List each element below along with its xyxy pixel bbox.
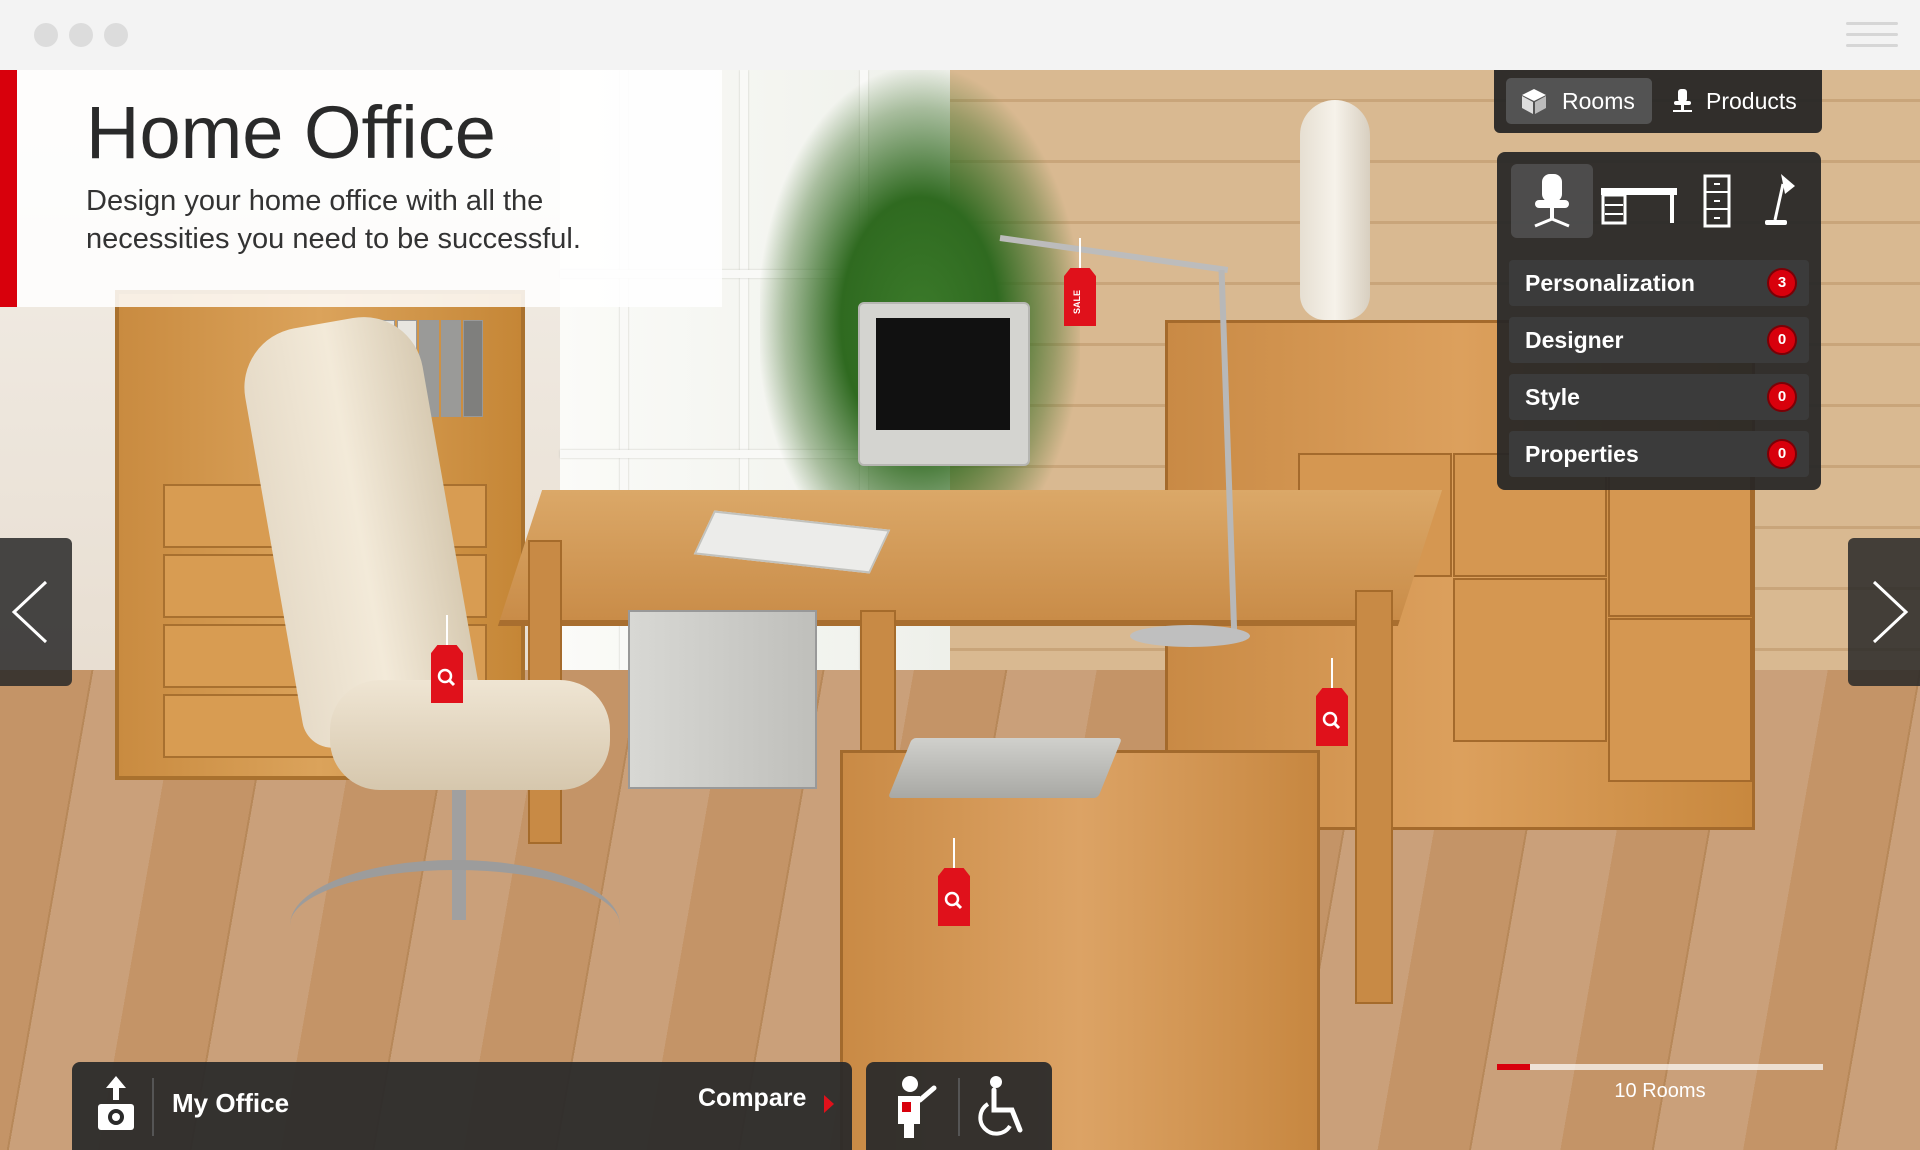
divider [152, 1078, 154, 1136]
desk-icon [1601, 188, 1677, 225]
cube-icon [1522, 89, 1546, 114]
crt-monitor [858, 302, 1030, 466]
window-zoom-dot[interactable] [104, 23, 128, 47]
filter-label: Style [1525, 384, 1580, 410]
chair-base [290, 860, 620, 990]
room-header: Home Office Design your home office with… [0, 70, 722, 307]
sale-text: SALE [1072, 290, 1082, 314]
office-chair-icon [1534, 174, 1570, 228]
tab-products-label: Products [1706, 88, 1797, 114]
window-chrome [0, 0, 1920, 71]
sale-tag[interactable]: SALE [1064, 238, 1096, 326]
count-badge: 0 [1767, 325, 1797, 355]
category-lamps[interactable] [1747, 164, 1813, 238]
vase [1300, 100, 1370, 320]
desk [497, 490, 1443, 626]
tab-rooms[interactable]: Rooms [1506, 78, 1652, 124]
filter-properties[interactable]: Properties 0 [1509, 431, 1809, 477]
count-badge: 0 [1767, 439, 1797, 469]
filter-label: Designer [1525, 327, 1624, 353]
product-tag-sideboard[interactable] [1316, 658, 1348, 746]
desk-leg [1355, 590, 1393, 1004]
product-tag-chair[interactable] [431, 615, 463, 703]
window-close-dot[interactable] [34, 23, 58, 47]
filter-personalization[interactable]: Personalization 3 [1509, 260, 1809, 306]
computer-tower [628, 610, 817, 789]
view-tabs: Rooms Products [1494, 70, 1822, 133]
title-accent-bar [0, 70, 17, 307]
divider [958, 1078, 960, 1136]
product-tag-drawer-unit[interactable] [938, 838, 970, 926]
filter-style[interactable]: Style 0 [1509, 374, 1809, 420]
chevron-left-icon [11, 580, 48, 644]
my-office-bar: My Office Compare [72, 1062, 852, 1150]
category-chairs[interactable] [1511, 164, 1593, 238]
next-room-button[interactable] [1848, 538, 1920, 686]
filter-label: Personalization [1525, 270, 1695, 296]
magnifier-icon [437, 668, 456, 687]
chevron-right-icon [1872, 580, 1909, 644]
window-minimize-dot[interactable] [69, 23, 93, 47]
category-cabinets[interactable] [1685, 164, 1747, 238]
rooms-progress-fill [1497, 1064, 1530, 1070]
desk-lamp-icon [1765, 174, 1795, 225]
assistance-bar [866, 1062, 1052, 1150]
rooms-count-label: 10 Rooms [1614, 1080, 1706, 1102]
file-cabinet-icon [1703, 174, 1731, 228]
laptop [887, 738, 1123, 798]
page-subtitle: Design your home office with all the nec… [86, 185, 581, 255]
tab-products[interactable]: Products [1658, 78, 1814, 124]
camera-upload-icon[interactable] [86, 1072, 146, 1142]
chair-seat [330, 680, 610, 790]
count-badge: 3 [1767, 268, 1797, 298]
salesperson-icon[interactable] [880, 1072, 950, 1142]
previous-room-button[interactable] [0, 538, 72, 686]
wheelchair-icon[interactable] [972, 1072, 1042, 1142]
page-title: Home Office [86, 91, 496, 174]
binder [463, 320, 483, 417]
hamburger-menu-icon[interactable] [1846, 22, 1898, 48]
chair-icon [1673, 89, 1692, 112]
desk-lamp-base [1130, 625, 1250, 647]
binder [441, 320, 461, 417]
my-office-label[interactable]: My Office [172, 1088, 289, 1119]
tab-rooms-label: Rooms [1562, 88, 1635, 114]
count-badge: 0 [1767, 382, 1797, 412]
rooms-progress [1497, 1064, 1823, 1070]
sale-tag-label: SALE [1072, 290, 1082, 314]
compare-arrow-icon [824, 1095, 834, 1113]
category-desks[interactable] [1593, 164, 1683, 238]
magnifier-icon [944, 891, 963, 910]
magnifier-icon [1322, 711, 1341, 730]
compare-button[interactable]: Compare [698, 1084, 806, 1113]
filter-label: Properties [1525, 441, 1639, 467]
product-filter-panel: Personalization 3 Designer 0 Style 0 Pro… [1497, 152, 1821, 490]
filter-designer[interactable]: Designer 0 [1509, 317, 1809, 363]
